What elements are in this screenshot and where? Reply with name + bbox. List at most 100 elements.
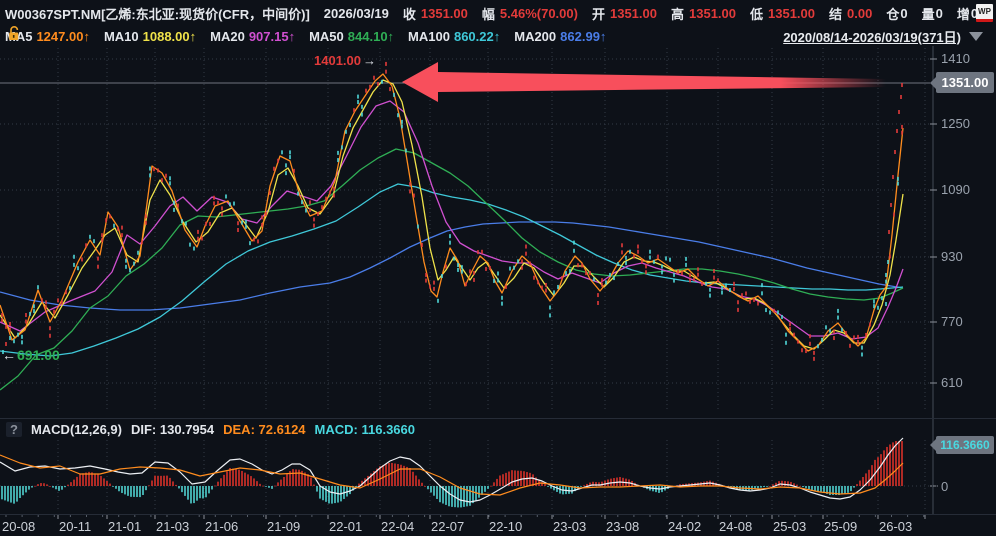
date-range-selector[interactable]: 2020/08/14-2026/03/19(371日)	[783, 27, 961, 46]
help-icon[interactable]: ?	[6, 422, 22, 437]
x-axis-tick-label: 20-11	[59, 519, 91, 534]
chart-canvas[interactable]	[0, 0, 996, 536]
x-axis-tick-label: 24-08	[719, 519, 752, 534]
ma-value: 844.10↑	[348, 29, 394, 44]
panel-divider	[0, 418, 996, 419]
quote-field: 结 0.00	[829, 4, 872, 23]
macd-zero-label: 0	[941, 479, 948, 494]
macd-readout: MACD: 116.3660	[315, 422, 415, 437]
ma50-line	[0, 149, 903, 390]
dea-readout: DEA: 72.6124	[223, 422, 305, 437]
ma20-line	[0, 101, 903, 339]
field-label: 低	[750, 4, 763, 23]
ma-value: 907.15↑	[249, 29, 295, 44]
ma200-line	[0, 222, 903, 310]
wp-logo-text: WP	[978, 7, 991, 16]
x-axis-tick-label: 26-03	[879, 519, 912, 534]
macd-badge-value: 116.3660	[940, 438, 989, 452]
peak-price-annotation: 1401.00→	[314, 53, 376, 68]
x-axis-tick-label: 21-09	[267, 519, 300, 534]
dif-readout: DIF: 130.7954	[131, 422, 214, 437]
quote-fields: 收1351.00幅5.46%(70.00)开1351.00高1351.00低13…	[403, 4, 978, 23]
field-value: 1351.00	[421, 6, 468, 21]
ma-values: MA51247.00↑MA101088.00↑MA20907.15↑MA5084…	[5, 29, 620, 44]
ma-value: 1088.00↑	[143, 29, 197, 44]
x-axis-tick-label: 25-09	[824, 519, 857, 534]
symbol-title: W00367SPT.NM[乙烯:东北亚:现货价(CFR，中间价)]	[5, 4, 310, 23]
quote-bar: W00367SPT.NM[乙烯:东北亚:现货价(CFR，中间价)] 2026/0…	[5, 3, 978, 23]
ma-label: MA100	[408, 29, 450, 44]
ma-item-ma50: MA50 844.10↑	[309, 29, 394, 44]
x-axis-tick-label: 21-01	[108, 519, 141, 534]
field-value: 0	[936, 6, 943, 21]
macd-label: MACD:	[315, 422, 358, 437]
macd-header: ? MACD(12,26,9) DIF: 130.7954 DEA: 72.61…	[6, 420, 415, 438]
y-axis-tick-label: 1410	[941, 51, 970, 66]
macd-title: MACD(12,26,9)	[31, 422, 122, 437]
quote-field: 增0	[957, 4, 978, 23]
right-arrow-icon: →	[363, 53, 376, 68]
x-axis-tick-label: 23-08	[606, 519, 639, 534]
badge-notch	[930, 439, 936, 451]
ma-label: MA200	[514, 29, 556, 44]
price-dots	[1, 62, 903, 361]
ma-label: MA50	[309, 29, 344, 44]
field-label: 结	[829, 4, 842, 23]
field-value: 0.00	[847, 6, 872, 21]
ma-value: 862.99↑	[560, 29, 606, 44]
stock-chart-app: W00367SPT.NM[乙烯:东北亚:现货价(CFR，中间价)] 2026/0…	[0, 0, 996, 536]
last-price-value: 1351.00	[942, 75, 989, 90]
ma10-line	[0, 80, 903, 349]
y-axis-tick-label: 610	[941, 375, 963, 390]
low-price-annotation: ←691.00	[2, 347, 60, 363]
y-axis-tick-label: 930	[941, 249, 963, 264]
x-axis-tick-label: 24-02	[668, 519, 701, 534]
field-label: 量	[922, 4, 935, 23]
field-value: 1351.00	[689, 6, 736, 21]
field-value: 5.46%(70.00)	[500, 6, 578, 21]
dif-value: 130.7954	[160, 422, 214, 437]
x-axis-tick-label: 22-07	[431, 519, 464, 534]
dif-label: DIF:	[131, 422, 156, 437]
badge-notch	[930, 77, 936, 89]
x-axis-tick-label: 22-01	[329, 519, 362, 534]
field-label: 增	[957, 4, 970, 23]
ma-item-ma10: MA10 1088.00↑	[104, 29, 196, 44]
ma-bar: MA51247.00↑MA101088.00↑MA20907.15↑MA5084…	[5, 26, 991, 46]
x-axis-tick-label: 21-06	[205, 519, 238, 534]
field-value: 0	[900, 6, 907, 21]
quote-field: 仓0	[886, 4, 907, 23]
peak-price-label: 1401.00	[314, 53, 361, 68]
wp-logo-icon: WP	[976, 4, 993, 22]
lock-icon[interactable]	[7, 26, 22, 42]
chevron-down-icon[interactable]	[969, 32, 983, 41]
field-label: 收	[403, 4, 416, 23]
annotation-arrow	[402, 62, 886, 102]
field-label: 幅	[482, 4, 495, 23]
x-axis-tick-label: 22-04	[381, 519, 414, 534]
y-axis-tick-label: 1250	[941, 116, 970, 131]
x-axis-tick-label: 25-03	[773, 519, 806, 534]
last-price-badge: 1351.00	[936, 72, 994, 93]
field-label: 开	[592, 4, 605, 23]
ma-label: MA10	[104, 29, 139, 44]
x-axis-tick-label: 20-08	[2, 519, 35, 534]
ma-label: MA20	[210, 29, 245, 44]
dea-label: DEA:	[223, 422, 255, 437]
ma-item-ma200: MA200 862.99↑	[514, 29, 606, 44]
ma-value: 860.22↑	[454, 29, 500, 44]
quote-field: 开 1351.00	[592, 4, 657, 23]
quote-field: 低1351.00	[750, 4, 815, 23]
ma-item-ma100: MA100 860.22↑	[408, 29, 500, 44]
quote-field: 收 1351.00	[403, 4, 468, 23]
dea-value: 72.6124	[259, 422, 306, 437]
quote-field: 量0	[922, 4, 943, 23]
xaxis-divider	[0, 514, 996, 515]
y-axis-tick-label: 1090	[941, 182, 970, 197]
ma-value: 1247.00↑	[36, 29, 90, 44]
quote-date: 2026/03/19	[324, 6, 389, 21]
low-price-label: 691.00	[17, 347, 60, 363]
ma-item-ma20: MA20 907.15↑	[210, 29, 295, 44]
macd-value: 116.3660	[361, 422, 415, 437]
field-value: 1351.00	[610, 6, 657, 21]
